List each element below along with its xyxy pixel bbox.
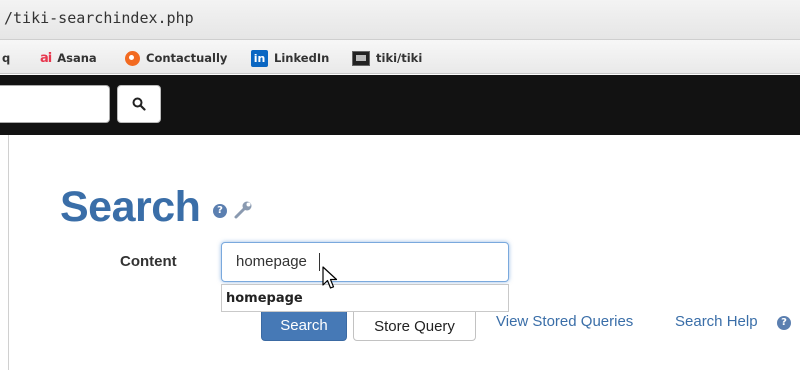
site-header [0,75,800,135]
mouse-cursor-icon [322,266,338,289]
content-border [8,135,9,370]
bookmark-asana[interactable]: ai Asana [40,49,97,67]
bookmark-label: q [2,51,11,65]
bookmark-label: LinkedIn [274,51,330,65]
content-input[interactable]: homepage [221,242,509,282]
bookmark-tiki[interactable]: tiki/tiki [352,49,422,67]
autocomplete-item[interactable]: homepage [226,291,303,306]
url-text[interactable]: /tiki-searchindex.php [4,9,194,27]
address-bar[interactable]: /tiki-searchindex.php [0,0,800,40]
bookmark-linkedin[interactable]: in LinkedIn [251,49,329,67]
help-icon[interactable]: ? [213,204,227,218]
search-help-link[interactable]: Search Help [675,313,758,330]
bookmark-label: Asana [57,51,97,65]
content-label: Content [120,253,177,270]
bookmark-q[interactable]: q [2,49,10,67]
wrench-icon[interactable] [232,200,254,220]
bookmark-label: Contactually [146,51,228,65]
contactually-icon [125,50,140,66]
bookmark-contactually[interactable]: Contactually [125,49,227,67]
search-help-icon[interactable]: ? [777,316,791,330]
asana-icon: ai [40,50,52,66]
autocomplete-dropdown: homepage [221,284,509,312]
site-search-input[interactable] [0,85,110,123]
text-caret [319,253,320,271]
bookmark-label: tiki/tiki [376,51,423,65]
view-stored-queries-link[interactable]: View Stored Queries [496,313,633,330]
tiki-icon [352,50,370,66]
site-search-button[interactable] [117,85,161,123]
linkedin-icon: in [251,49,268,67]
page-title: Search [60,183,201,231]
bookmarks-bar: q ai Asana Contactually in LinkedIn tiki… [0,40,800,74]
search-icon [132,97,146,111]
